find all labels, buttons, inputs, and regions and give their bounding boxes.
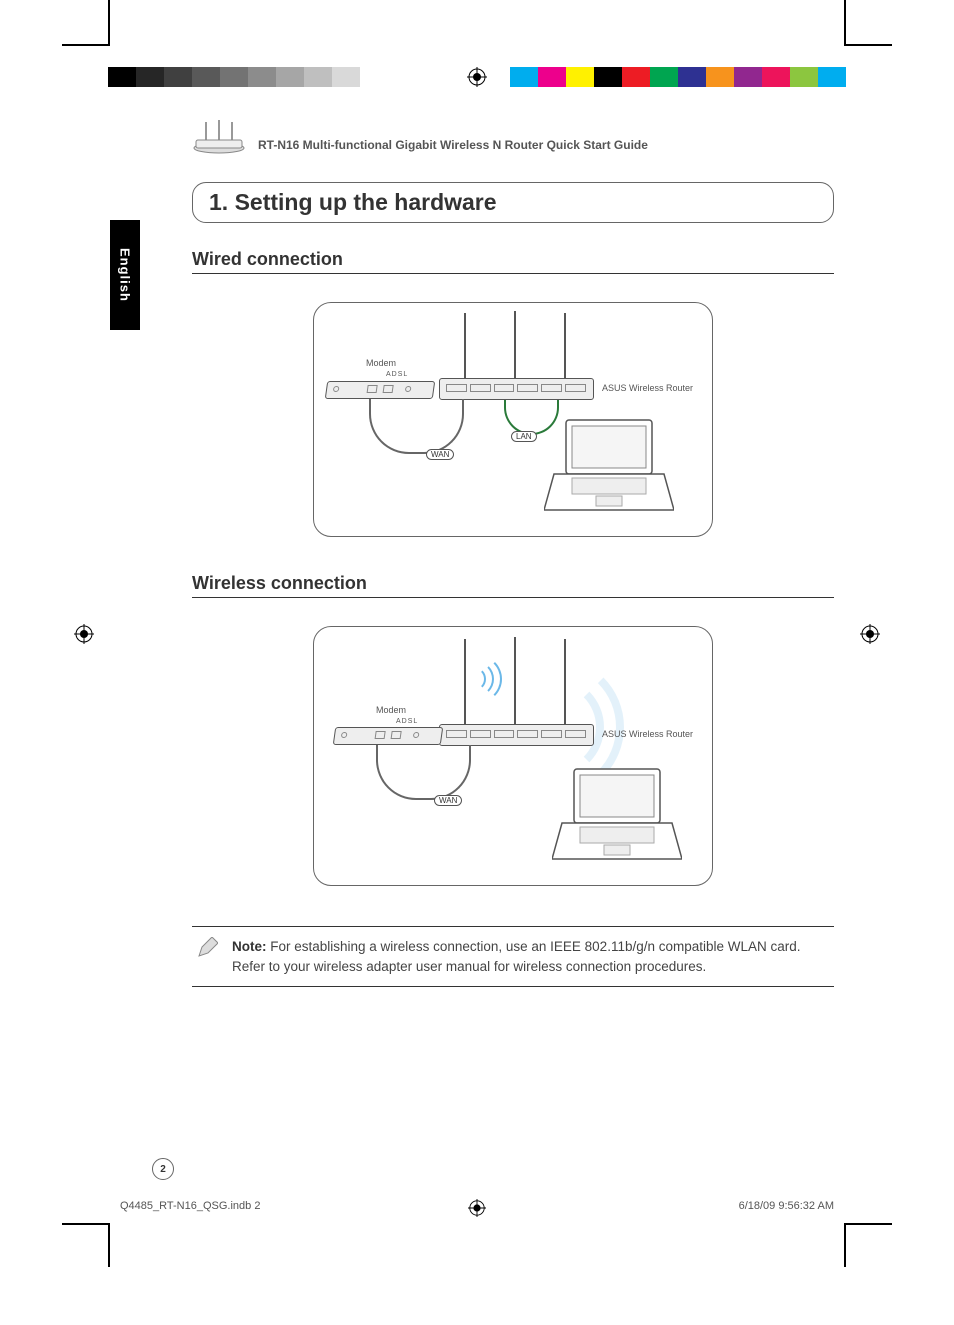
note-block: Note: For establishing a wireless connec…: [192, 926, 834, 987]
print-footer: Q4485_RT-N16_QSG.indb 2 6/18/09 9:56:32 …: [120, 1200, 834, 1212]
router-label: ASUS Wireless Router: [602, 383, 693, 393]
color-calibration-bar: [510, 67, 846, 87]
swatch: [304, 67, 332, 87]
swatch: [594, 67, 622, 87]
laptop-icon: [544, 418, 674, 513]
swatch: [538, 67, 566, 87]
crop-mark: [108, 0, 110, 44]
swatch: [136, 67, 164, 87]
swatch: [734, 67, 762, 87]
modem-label: Modem: [366, 358, 396, 368]
language-tab: English: [110, 220, 140, 330]
router-icon: [192, 120, 246, 154]
router-label: ASUS Wireless Router: [602, 729, 693, 739]
registration-mark-icon: [74, 624, 94, 644]
crop-mark: [62, 1223, 110, 1225]
swatch: [192, 67, 220, 87]
note-text: Note: For establishing a wireless connec…: [232, 937, 830, 976]
swatch: [360, 67, 388, 87]
grayscale-calibration-bar: [108, 67, 388, 87]
swatch: [510, 67, 538, 87]
document-title: RT-N16 Multi-functional Gigabit Wireless…: [258, 138, 648, 154]
page-number: 2: [152, 1158, 174, 1180]
section-heading: 1. Setting up the hardware: [192, 182, 834, 223]
wireless-connection-diagram: ASUS Wireless Router Modem ADSL: [313, 626, 713, 886]
crop-mark: [844, 44, 892, 46]
subheading-wired: Wired connection: [192, 249, 834, 274]
crop-mark: [844, 1223, 846, 1267]
crop-mark: [108, 1223, 110, 1267]
note-body: For establishing a wireless connection, …: [232, 939, 801, 974]
swatch: [706, 67, 734, 87]
wired-connection-diagram: ASUS Wireless Router Modem ADSL: [313, 302, 713, 537]
crop-mark: [62, 44, 110, 46]
lan-label: LAN: [511, 431, 537, 442]
crop-mark: [844, 0, 846, 44]
adsl-label: ADSL: [396, 718, 418, 725]
swatch: [790, 67, 818, 87]
footer-timestamp: 6/18/09 9:56:32 AM: [739, 1200, 834, 1212]
swatch: [762, 67, 790, 87]
footer-filename: Q4485_RT-N16_QSG.indb 2: [120, 1200, 260, 1212]
modem-label: Modem: [376, 705, 406, 715]
swatch: [164, 67, 192, 87]
crop-mark: [844, 1223, 892, 1225]
subheading-wireless: Wireless connection: [192, 573, 834, 598]
adsl-label: ADSL: [386, 371, 408, 378]
wan-label: WAN: [426, 449, 454, 460]
wan-label: WAN: [434, 795, 462, 806]
swatch: [276, 67, 304, 87]
registration-mark-icon: [467, 67, 487, 87]
registration-mark-icon: [860, 624, 880, 644]
pencil-icon: [196, 937, 218, 964]
swatch: [818, 67, 846, 87]
swatch: [650, 67, 678, 87]
laptop-icon: [552, 767, 682, 862]
swatch: [566, 67, 594, 87]
swatch: [108, 67, 136, 87]
swatch: [248, 67, 276, 87]
swatch: [332, 67, 360, 87]
swatch: [622, 67, 650, 87]
swatch: [678, 67, 706, 87]
swatch: [220, 67, 248, 87]
note-label: Note:: [232, 939, 267, 954]
